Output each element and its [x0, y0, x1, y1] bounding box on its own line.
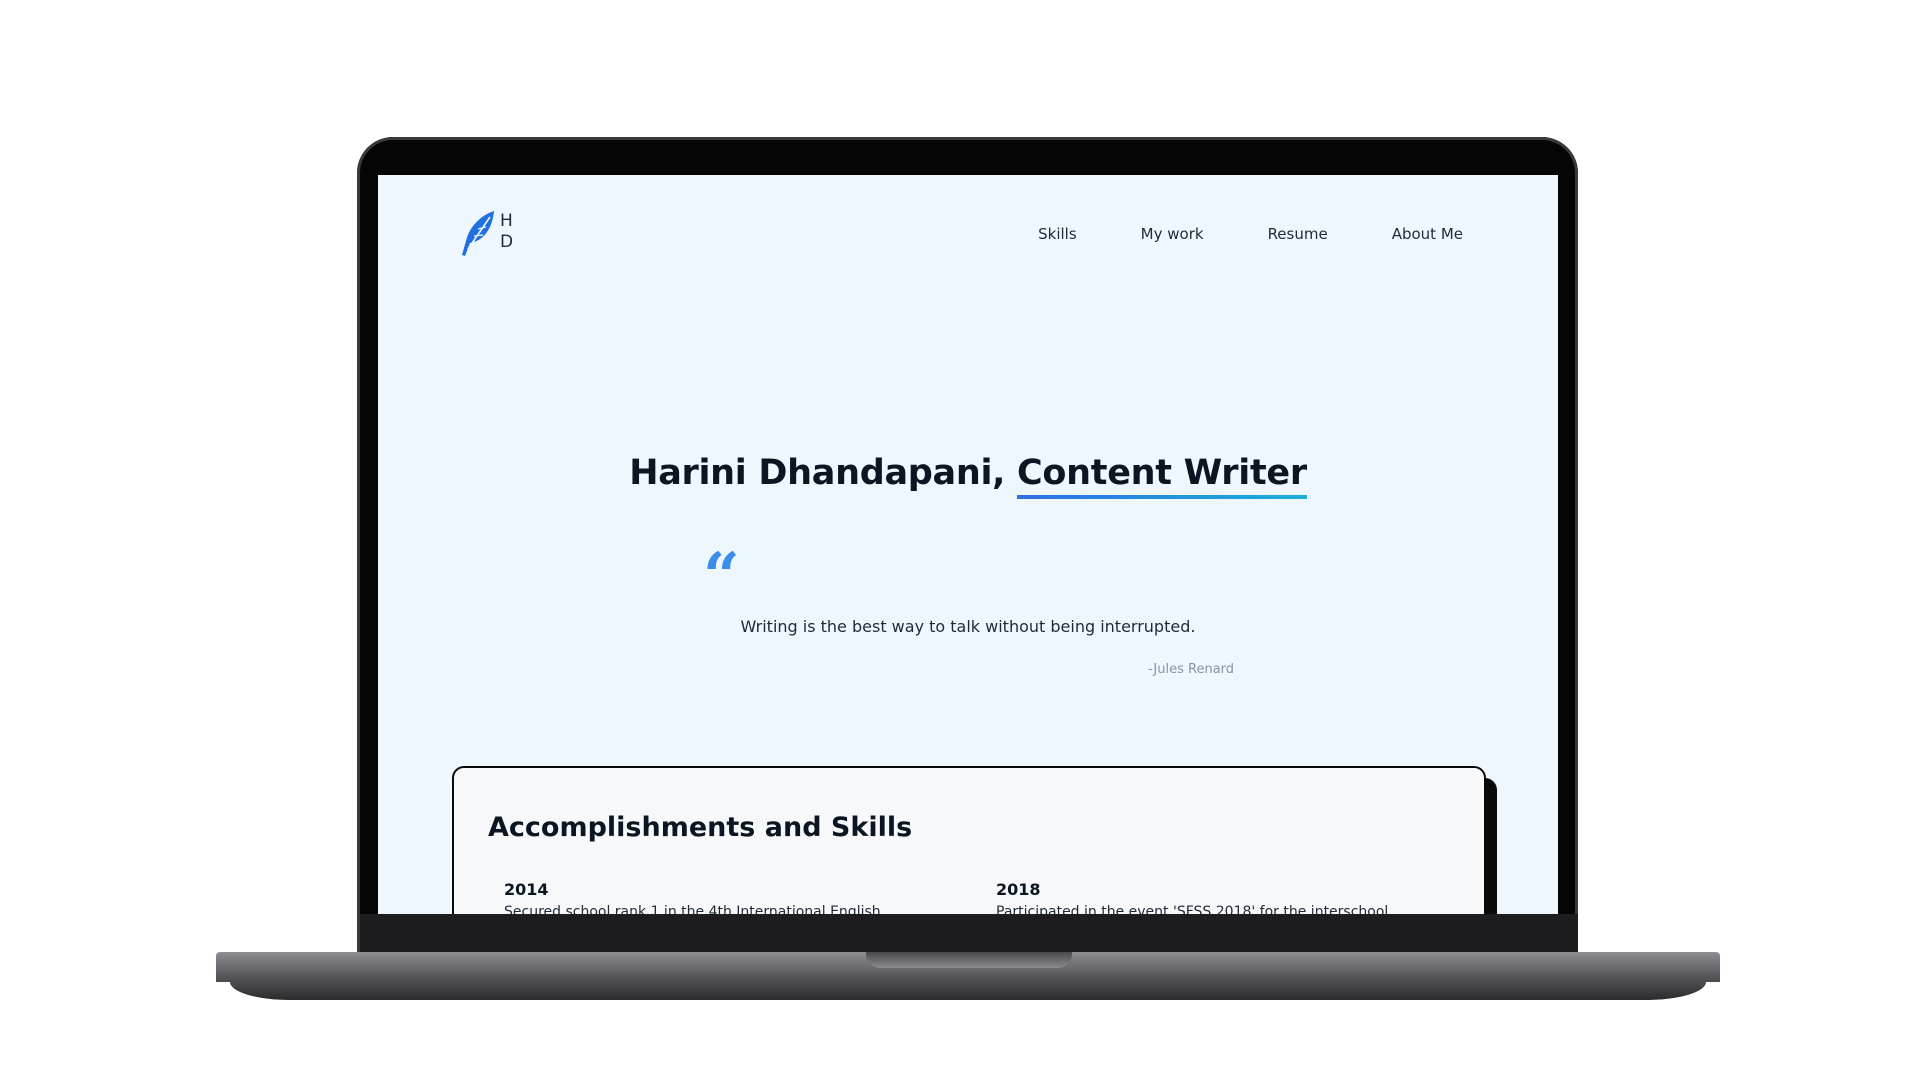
accomplishments-card: Accomplishments and Skills 2014 Secured …: [452, 766, 1486, 914]
logo-letters: H D: [500, 211, 513, 253]
laptop-screen: H D Skills My work Resume About Me Harin…: [378, 175, 1558, 914]
laptop-notch: [866, 952, 1072, 968]
logo-letter-h: H: [500, 211, 513, 231]
entry-description: Participated in the event 'SFSS 2018' fo…: [996, 904, 1389, 914]
laptop-chin: [360, 914, 1578, 952]
section-title: Accomplishments and Skills: [488, 812, 913, 843]
quote-icon: “: [703, 539, 740, 614]
entry-year: 2014: [504, 880, 549, 899]
nav-link-my-work[interactable]: My work: [1141, 225, 1204, 243]
logo-letter-d: D: [500, 232, 514, 252]
hero-title: Harini Dhandapani, Content Writer: [378, 453, 1558, 500]
nav-link-about-me[interactable]: About Me: [1392, 225, 1463, 243]
feather-quill-icon: [462, 211, 494, 256]
laptop-base-bottom: [230, 982, 1706, 1000]
stage: H D Skills My work Resume About Me Harin…: [0, 0, 1920, 1080]
main-nav: Skills My work Resume About Me: [1038, 225, 1463, 243]
nav-link-resume[interactable]: Resume: [1268, 225, 1328, 243]
quote-author: -Jules Renard: [1148, 662, 1235, 677]
entry-description: Secured school rank 1 in the 4th Interna…: [504, 904, 881, 914]
hero-role: Content Writer: [1017, 453, 1307, 500]
hero-name: Harini Dhandapani,: [629, 453, 1006, 494]
nav-link-skills[interactable]: Skills: [1038, 225, 1077, 243]
entry-year: 2018: [996, 880, 1041, 899]
quote-text: Writing is the best way to talk without …: [740, 617, 1196, 636]
